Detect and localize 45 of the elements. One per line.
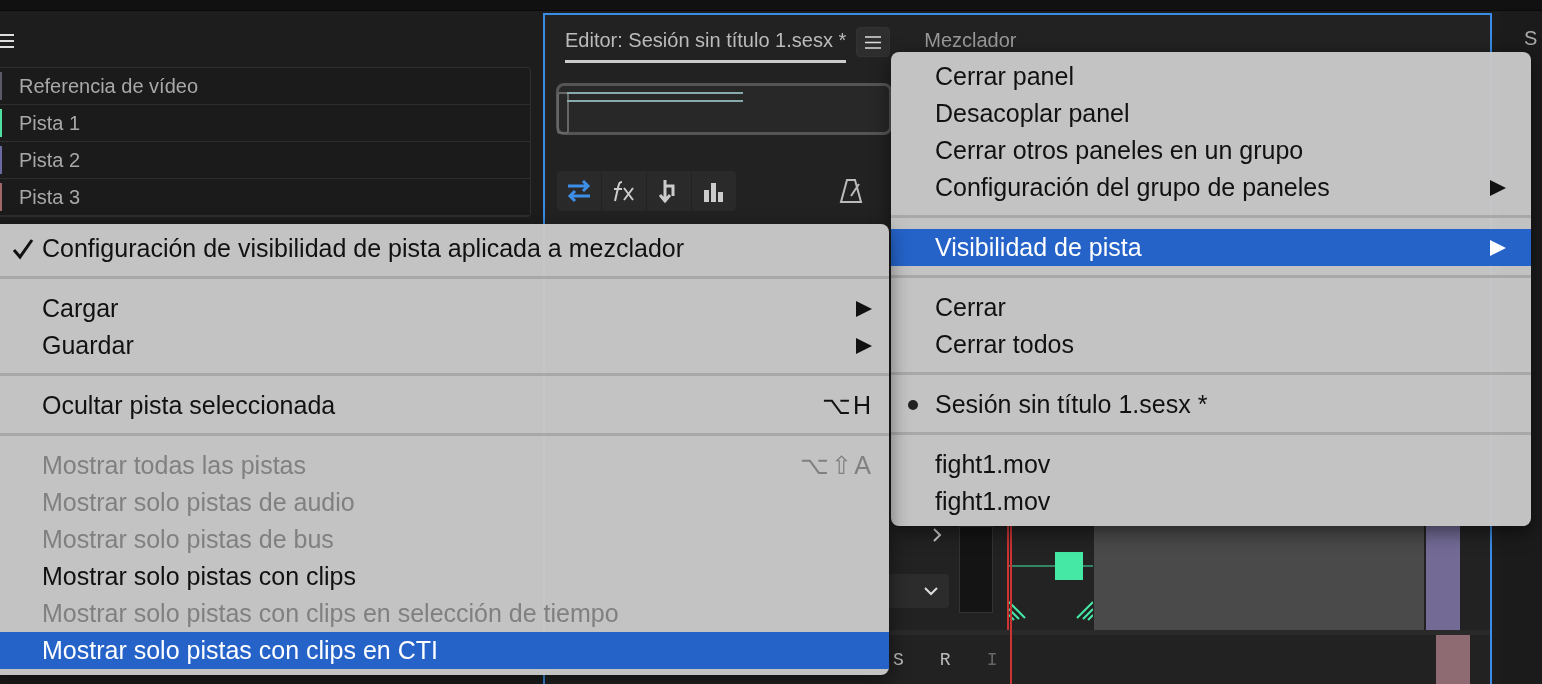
- menu-item[interactable]: Cerrar: [891, 289, 1531, 326]
- track-item[interactable]: Pista 3: [0, 179, 530, 216]
- effects-icon[interactable]: [602, 171, 646, 211]
- menu-item[interactable]: Cerrar otros paneles en un grupo: [891, 132, 1531, 169]
- shortcut-label: ⌥⇧A: [800, 451, 873, 480]
- menu-item[interactable]: fight1.mov: [891, 446, 1531, 483]
- track-toggle[interactable]: S: [893, 650, 904, 670]
- menu-item[interactable]: Cargar: [0, 290, 889, 327]
- menu-item[interactable]: Guardar: [0, 327, 889, 364]
- session-overview[interactable]: [556, 83, 892, 135]
- menu-item[interactable]: fight1.mov: [891, 483, 1531, 520]
- menu-item[interactable]: Mostrar solo pistas con clips: [0, 558, 889, 595]
- arrow-down-icon[interactable]: [647, 171, 691, 211]
- menu-item[interactable]: Sesión sin título 1.sesx *: [891, 386, 1531, 423]
- chevron-down-icon: [923, 586, 939, 596]
- chevron-icon[interactable]: [931, 528, 943, 542]
- track-toggle[interactable]: R: [939, 650, 951, 670]
- checkmark-icon: [12, 237, 34, 260]
- shortcut-label: ⌥H: [821, 391, 873, 420]
- menu-icon[interactable]: [0, 34, 14, 48]
- menu-item[interactable]: Cerrar todos: [891, 326, 1531, 363]
- panel-menu-button[interactable]: [856, 27, 891, 57]
- panel-tab[interactable]: Editor: Sesión sin título 1.sesx *: [565, 21, 847, 63]
- submenu-arrow-icon: [1489, 178, 1507, 197]
- menu-item[interactable]: Configuración del grupo de paneles: [891, 169, 1531, 206]
- swap-arrows-icon[interactable]: [557, 171, 601, 211]
- submenu-arrow-icon: [855, 336, 873, 355]
- scroll-handle[interactable]: [557, 92, 569, 134]
- panel-label: S: [1524, 27, 1539, 51]
- submenu-arrow-icon: [855, 299, 873, 318]
- menu-item[interactable]: Visibilidad de pista: [891, 229, 1531, 266]
- track-item[interactable]: Pista 1: [0, 105, 530, 142]
- metronome-icon[interactable]: [838, 178, 864, 204]
- bar-chart-icon[interactable]: [692, 171, 736, 211]
- track-item[interactable]: Referencia de vídeo: [0, 68, 530, 105]
- submenu-arrow-icon: [1489, 238, 1507, 257]
- menu-item[interactable]: Mostrar solo pistas con clips en CTI: [0, 632, 889, 669]
- track-color-bar: [1436, 635, 1470, 684]
- audio-clip[interactable]: [1007, 526, 1094, 630]
- menu-icon: [865, 35, 882, 49]
- track-item[interactable]: Pista 2: [0, 142, 530, 179]
- menu-item[interactable]: Desacoplar panel: [891, 95, 1531, 132]
- menu-item[interactable]: Configuración de visibilidad de pista aplicada a mezclador: [0, 230, 889, 267]
- bullet-icon: [908, 399, 918, 410]
- menu-item[interactable]: Ocultar pista seleccionada ⌥H: [0, 387, 889, 424]
